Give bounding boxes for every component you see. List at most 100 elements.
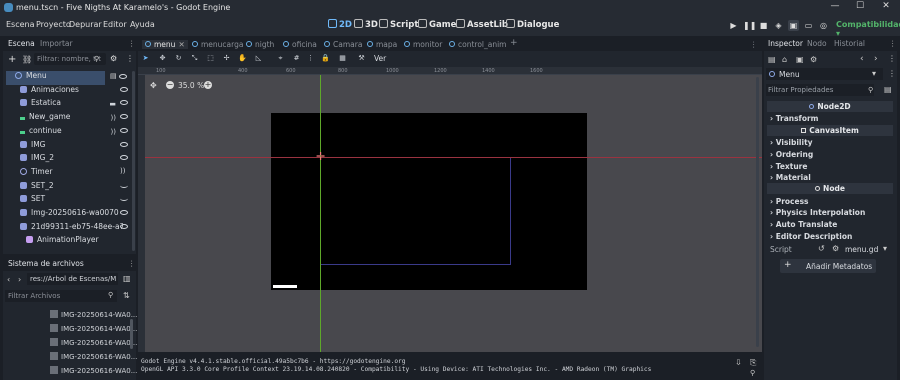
signal-icon[interactable]: )) [111, 114, 116, 122]
dock-menu-icon[interactable]: ⋮ [750, 40, 758, 49]
object-menu-icon[interactable]: ⋮ [888, 69, 896, 78]
search-icon[interactable]: ⚲ [750, 369, 755, 377]
viewport-2d[interactable]: 100 400 600 800 1000 1200 1400 1600 ✥ − … [138, 67, 762, 352]
signal-icon[interactable]: )) [111, 128, 116, 136]
file-filter-input[interactable]: Filtrar Archivos [5, 290, 117, 302]
tree-node-animationplayer[interactable]: AnimationPlayer [8, 235, 133, 249]
grid-snap-icon[interactable]: # [292, 54, 301, 63]
property-group-ordering[interactable]: › Ordering [770, 150, 813, 159]
file-item[interactable]: IMG-20250614-WA0... [50, 324, 137, 333]
scrollbar[interactable] [756, 77, 759, 347]
group-icon[interactable]: ▬ [109, 100, 116, 108]
group-icon[interactable]: ▦ [338, 54, 347, 63]
add-node-icon[interactable]: + [8, 54, 16, 65]
visibility-eye-icon[interactable] [120, 141, 128, 147]
ruler-tool-icon[interactable]: ◺ [254, 54, 263, 63]
scale-tool-icon[interactable]: ⤡ [190, 54, 199, 63]
file-item[interactable]: IMG-20250614-WA0... [50, 310, 137, 319]
tree-node-21d99311[interactable]: 21d99311-eb75-48ee-a78d [8, 222, 133, 236]
pan-tool-icon[interactable]: ✋ [238, 54, 247, 63]
save-log-icon[interactable]: ⇩ [735, 358, 742, 367]
visibility-eye-icon[interactable] [120, 86, 128, 92]
hidden-eye-icon[interactable] [120, 196, 128, 202]
tree-node-img-2[interactable]: IMG_2 [8, 153, 133, 167]
visibility-eye-icon[interactable] [120, 223, 128, 229]
tree-node-new-game[interactable]: New_game)) [8, 112, 133, 126]
save-resource-icon[interactable]: ▣ [796, 55, 804, 64]
select-tool-icon[interactable]: ➤ [141, 54, 150, 63]
selectable-tool-icon[interactable]: ⬚ [206, 54, 215, 63]
add-tab-icon[interactable]: + [510, 38, 518, 48]
load-resource-icon[interactable]: ⌂ [782, 55, 787, 64]
view-menu[interactable]: Ver [374, 54, 386, 63]
tab-escena[interactable]: Escena [8, 39, 35, 48]
visibility-eye-icon[interactable] [120, 100, 128, 106]
minimize-button[interactable]: — [825, 1, 845, 11]
menu-proyecto[interactable]: Proyecto [36, 20, 71, 29]
property-group-auto-translate[interactable]: › Auto Translate [770, 220, 837, 229]
workspace-2d[interactable]: 2D [328, 19, 352, 30]
node-selector[interactable]: Menu ▾ [766, 68, 883, 80]
pivot-tool-icon[interactable]: ✢ [222, 54, 231, 63]
history-forward-icon[interactable]: › [874, 54, 878, 64]
property-group-editor-description[interactable]: › Editor Description [770, 232, 852, 241]
menu-ayuda[interactable]: Ayuda [130, 20, 155, 29]
close-button[interactable]: ✕ [876, 1, 896, 11]
file-item[interactable]: IMG-20250616-WA0... [50, 366, 137, 375]
new-resource-icon[interactable]: ▤ [768, 55, 776, 64]
tree-node-set[interactable]: SET [8, 194, 133, 208]
property-group-process[interactable]: › Process [770, 197, 809, 206]
filter-options-icon[interactable]: ⚙ [110, 54, 117, 63]
dock-menu-icon[interactable]: ⋮ [889, 39, 897, 48]
movie-maker-icon[interactable]: ▣ [788, 20, 799, 31]
tab-filesystem[interactable]: Sistema de archivos [8, 259, 84, 268]
close-icon[interactable]: ✕ [178, 40, 184, 49]
split-view-icon[interactable]: ▥ [123, 274, 131, 283]
snap-options-icon[interactable]: ⋮ [306, 54, 315, 63]
tab-camara[interactable]: Camara [324, 40, 362, 49]
visibility-eye-icon[interactable] [120, 210, 128, 215]
extra-options-icon[interactable]: ⚙ [810, 55, 817, 64]
visibility-eye-icon[interactable] [120, 127, 128, 133]
tab-nigth[interactable]: nigth [246, 40, 274, 49]
tab-historial[interactable]: Historial [834, 39, 865, 48]
tree-node-animaciones[interactable]: Animaciones [8, 85, 133, 99]
property-group-physics-interpolation[interactable]: › Physics Interpolation [770, 208, 865, 217]
lock-icon[interactable]: 🔒 [321, 54, 330, 63]
play-scene-icon[interactable]: ▭ [803, 20, 814, 31]
zoom-out-icon[interactable]: − [166, 81, 174, 89]
tree-node-timer[interactable]: Timer)) [8, 167, 133, 181]
menu-escena[interactable]: Escena [6, 20, 35, 29]
visibility-eye-icon[interactable] [119, 74, 127, 79]
tab-control-anim[interactable]: control_anim [449, 40, 507, 49]
tab-monitor[interactable]: monitor [404, 40, 442, 49]
property-group-visibility[interactable]: › Visibility [770, 138, 813, 147]
script-property-field[interactable]: ↺ ⚙ menu.gd ▾ [815, 243, 893, 255]
visibility-eye-icon[interactable] [120, 114, 128, 120]
dock-menu-icon[interactable]: ⋮ [888, 54, 896, 63]
property-filter-input[interactable]: Filtrar Propiedades [766, 84, 874, 96]
tab-importar[interactable]: Importar [40, 39, 73, 48]
script-icon[interactable]: ▤ [110, 72, 117, 80]
tree-node-menu[interactable]: Menu ▤ [6, 71, 117, 85]
reload-icon[interactable]: ↺ [818, 244, 825, 253]
tab-menucarga[interactable]: menucarga [192, 40, 243, 49]
pause-icon[interactable]: ❚❚ [743, 20, 756, 31]
tab-nodo[interactable]: Nodo [807, 39, 827, 48]
clear-log-icon[interactable]: ⎘ [750, 358, 756, 368]
workspace-assetlib[interactable]: AssetLib [456, 19, 508, 30]
tab-mapa[interactable]: mapa [367, 40, 397, 49]
bone-icon[interactable]: ⚒ [357, 54, 366, 63]
property-group-material[interactable]: › Material [770, 173, 811, 182]
menu-depurar[interactable]: Depurar [69, 20, 102, 29]
dock-menu-icon[interactable]: ⋮ [126, 54, 134, 63]
property-options-icon[interactable]: ▤ [884, 85, 892, 94]
back-arrow-icon[interactable]: ‹ [7, 275, 10, 284]
sort-icon[interactable]: ⇅ [123, 291, 130, 300]
zoom-level[interactable]: 35.0 % [178, 81, 204, 90]
menu-editor[interactable]: Editor [103, 20, 127, 29]
history-back-icon[interactable]: ‹ [860, 54, 864, 64]
play-icon[interactable]: ▶ [728, 20, 739, 31]
tab-oficina[interactable]: oficina [283, 40, 317, 49]
move-tool-icon[interactable]: ✥ [158, 54, 167, 63]
